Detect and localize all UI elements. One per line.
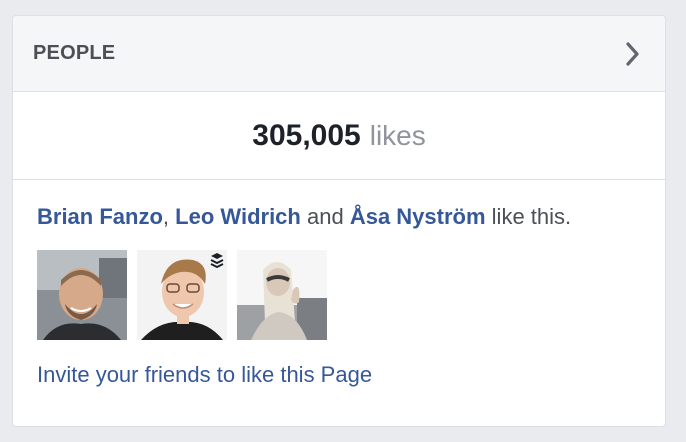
likes-summary: 305,005 likes xyxy=(13,92,665,180)
friends-section: Brian Fanzo, Leo Widrich and Åsa Nyström… xyxy=(13,180,665,388)
avatar-brian-fanzo[interactable] xyxy=(37,250,127,340)
likes-count: 305,005 xyxy=(252,118,361,152)
friend-link-asa-nystrom[interactable]: Åsa Nyström xyxy=(350,204,486,229)
people-card: PEOPLE 305,005 likes Brian Fanzo, Leo Wi… xyxy=(12,15,666,427)
person-avatar-icon xyxy=(237,250,327,340)
name-separator: , xyxy=(162,204,170,229)
friends-like-text: Brian Fanzo, Leo Widrich and Åsa Nyström… xyxy=(37,202,641,232)
people-header[interactable]: PEOPLE xyxy=(13,16,665,92)
friend-avatars xyxy=(37,250,641,340)
friend-link-leo-widrich[interactable]: Leo Widrich xyxy=(175,204,301,229)
invite-friends-link[interactable]: Invite your friends to like this Page xyxy=(37,362,372,388)
likes-label: likes xyxy=(369,119,426,151)
name-conjunction: and xyxy=(306,204,344,229)
person-avatar-icon xyxy=(37,250,127,340)
layers-icon xyxy=(210,253,224,268)
avatar-asa-nystrom[interactable] xyxy=(237,250,327,340)
chevron-right-icon[interactable] xyxy=(621,40,645,68)
like-this-suffix: like this. xyxy=(491,204,572,229)
people-title: PEOPLE xyxy=(33,42,116,64)
friend-link-brian-fanzo[interactable]: Brian Fanzo xyxy=(37,204,163,229)
avatar-leo-widrich[interactable] xyxy=(137,250,227,340)
